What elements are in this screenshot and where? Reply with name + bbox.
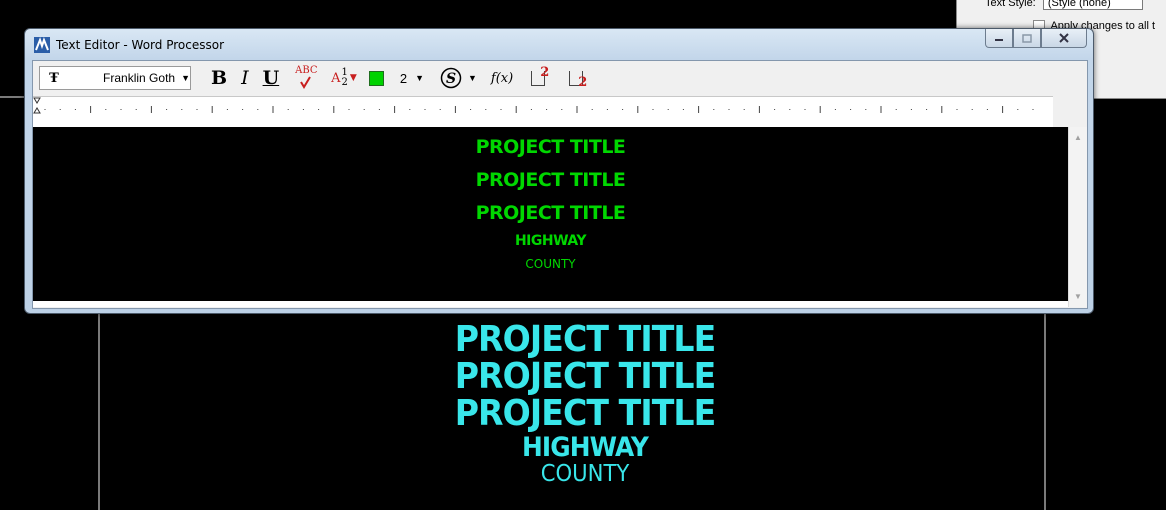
stacked-fraction-button[interactable]: A 1 2 ▼ [331, 65, 357, 91]
ruler[interactable] [33, 96, 1053, 127]
ruler-scale [33, 97, 1034, 114]
editor-text-line[interactable]: COUNTY [33, 257, 1068, 271]
svg-text:S: S [446, 71, 456, 87]
fraction-prefix: A [331, 70, 341, 86]
scroll-down-icon[interactable]: ▼ [1074, 292, 1082, 301]
subscript-button[interactable]: 2 [563, 65, 589, 91]
scroll-up-icon[interactable]: ▲ [1074, 133, 1082, 142]
text-style-row: Text Style: (Style (none) [985, 0, 1143, 10]
fraction-glyph: 1 2 [342, 68, 348, 88]
truetype-font-icon: Ŧ [49, 70, 59, 86]
drawing-text-line[interactable]: COUNTY [447, 461, 723, 487]
close-icon [1059, 33, 1069, 43]
minimize-icon [995, 39, 1003, 41]
text-style-label: Text Style: [985, 0, 1036, 9]
indent-marker-icon[interactable] [33, 97, 41, 114]
editor-bottom-margin [33, 301, 1068, 307]
text-editor-window: Text Editor - Word Processor Ŧ Franklin … [24, 28, 1094, 314]
superscript-button[interactable]: 2 [525, 65, 551, 91]
window-controls [985, 29, 1087, 49]
spell-check-label: ABC [295, 65, 318, 76]
microstation-app-icon [34, 37, 50, 53]
underline-button[interactable]: U [263, 65, 280, 91]
chevron-down-icon[interactable]: ▼ [350, 73, 357, 83]
formatting-toolbar: Ŧ Franklin Goth ▼ B I U ABC A 1 2 ▼ 2 ▼ … [33, 61, 1087, 95]
text-style-select[interactable]: (Style (none) [1042, 0, 1143, 10]
editor-client-area: Ŧ Franklin Goth ▼ B I U ABC A 1 2 ▼ 2 ▼ … [32, 60, 1088, 309]
spell-check-button[interactable]: ABC [293, 65, 318, 91]
editor-text-line[interactable]: PROJECT TITLE [33, 202, 1068, 224]
bold-button[interactable]: B [211, 65, 227, 91]
special-symbol-button[interactable]: S ▼ [440, 65, 477, 91]
chevron-down-icon: ▼ [181, 73, 190, 83]
drawing-border-left [0, 96, 24, 98]
maximize-button[interactable] [1013, 29, 1041, 48]
editor-text-line[interactable]: PROJECT TITLE [33, 169, 1068, 191]
close-button[interactable] [1041, 29, 1087, 48]
insert-field-button[interactable]: f(x) [491, 65, 513, 91]
editor-text-line[interactable]: PROJECT TITLE [33, 136, 1068, 158]
font-name: Franklin Goth [103, 71, 176, 85]
window-title: Text Editor - Word Processor [56, 38, 225, 52]
italic-button[interactable]: I [241, 65, 249, 91]
line-weight-value: 2 [399, 70, 408, 86]
font-select[interactable]: Ŧ Franklin Goth ▼ [39, 66, 191, 90]
drawing-text-line[interactable]: PROJECT TITLE [447, 393, 723, 434]
text-color-swatch[interactable] [368, 70, 384, 86]
special-symbol-icon: S [440, 67, 462, 89]
editor-text-line[interactable]: HIGHWAY [33, 233, 1068, 249]
text-editing-area[interactable]: PROJECT TITLE PROJECT TITLE PROJECT TITL… [33, 127, 1068, 301]
chevron-down-icon: ▼ [415, 73, 424, 83]
superscript-digit: 2 [540, 65, 550, 80]
minimize-button[interactable] [985, 29, 1013, 48]
drawing-text-line[interactable]: HIGHWAY [447, 432, 723, 463]
chevron-down-icon: ▼ [468, 73, 477, 83]
maximize-icon [1022, 33, 1032, 43]
fraction-denominator: 2 [341, 77, 348, 88]
vertical-scrollbar[interactable]: ▲ ▼ [1068, 127, 1087, 307]
subscript-digit: 2 [578, 75, 588, 90]
title-bar[interactable]: Text Editor - Word Processor [25, 29, 1093, 59]
drawing-text-line[interactable]: PROJECT TITLE [447, 356, 723, 397]
drawing-text-line[interactable]: PROJECT TITLE [447, 319, 723, 360]
line-weight-select[interactable]: 2 ▼ [400, 65, 424, 91]
